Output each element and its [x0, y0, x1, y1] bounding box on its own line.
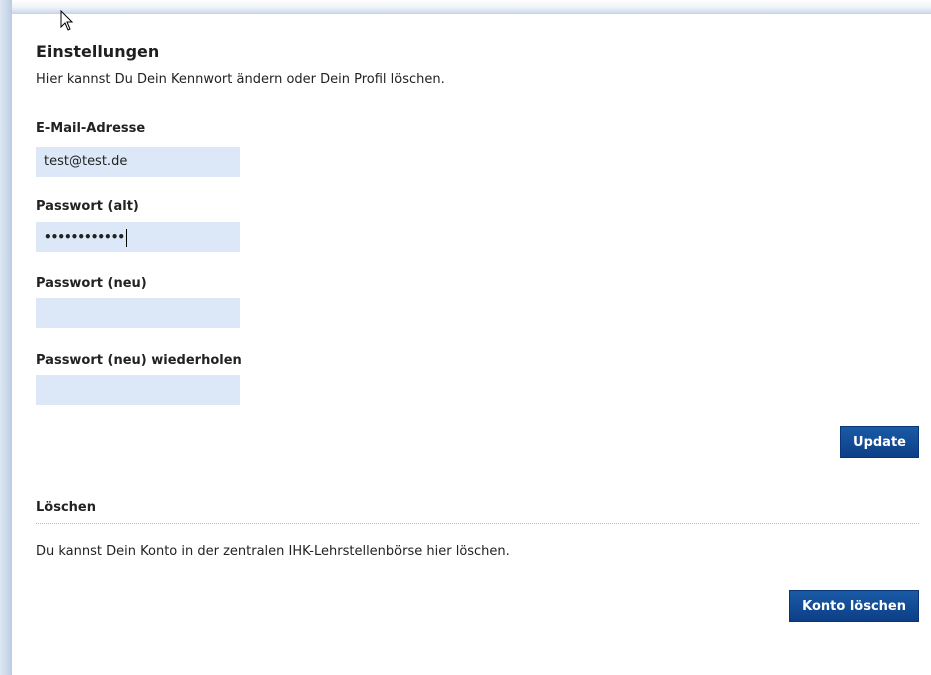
new-password-label: Passwort (neu): [36, 276, 147, 291]
old-password-field[interactable]: ••••••••••••: [36, 222, 240, 252]
delete-account-button[interactable]: Konto löschen: [789, 590, 919, 622]
repeat-password-field[interactable]: [36, 375, 240, 405]
delete-section-title: Löschen: [36, 500, 96, 515]
old-password-label: Passwort (alt): [36, 199, 139, 214]
left-frame-border: [0, 0, 12, 675]
new-password-field[interactable]: [36, 298, 240, 328]
page-intro: Hier kannst Du Dein Kennwort ändern oder…: [36, 72, 445, 87]
old-password-value: ••••••••••••: [44, 230, 125, 244]
top-frame-border: [12, 0, 931, 14]
email-field[interactable]: test@test.de: [36, 147, 240, 177]
mouse-pointer-icon: [60, 10, 74, 31]
text-caret: [126, 228, 128, 247]
section-divider: [36, 523, 919, 524]
email-label: E-Mail-Adresse: [36, 121, 146, 136]
delete-section-text: Du kannst Dein Konto in der zentralen IH…: [36, 544, 510, 559]
update-button[interactable]: Update: [840, 426, 919, 458]
repeat-password-label: Passwort (neu) wiederholen: [36, 353, 242, 368]
page-title: Einstellungen: [36, 42, 160, 61]
email-value: test@test.de: [44, 154, 128, 169]
